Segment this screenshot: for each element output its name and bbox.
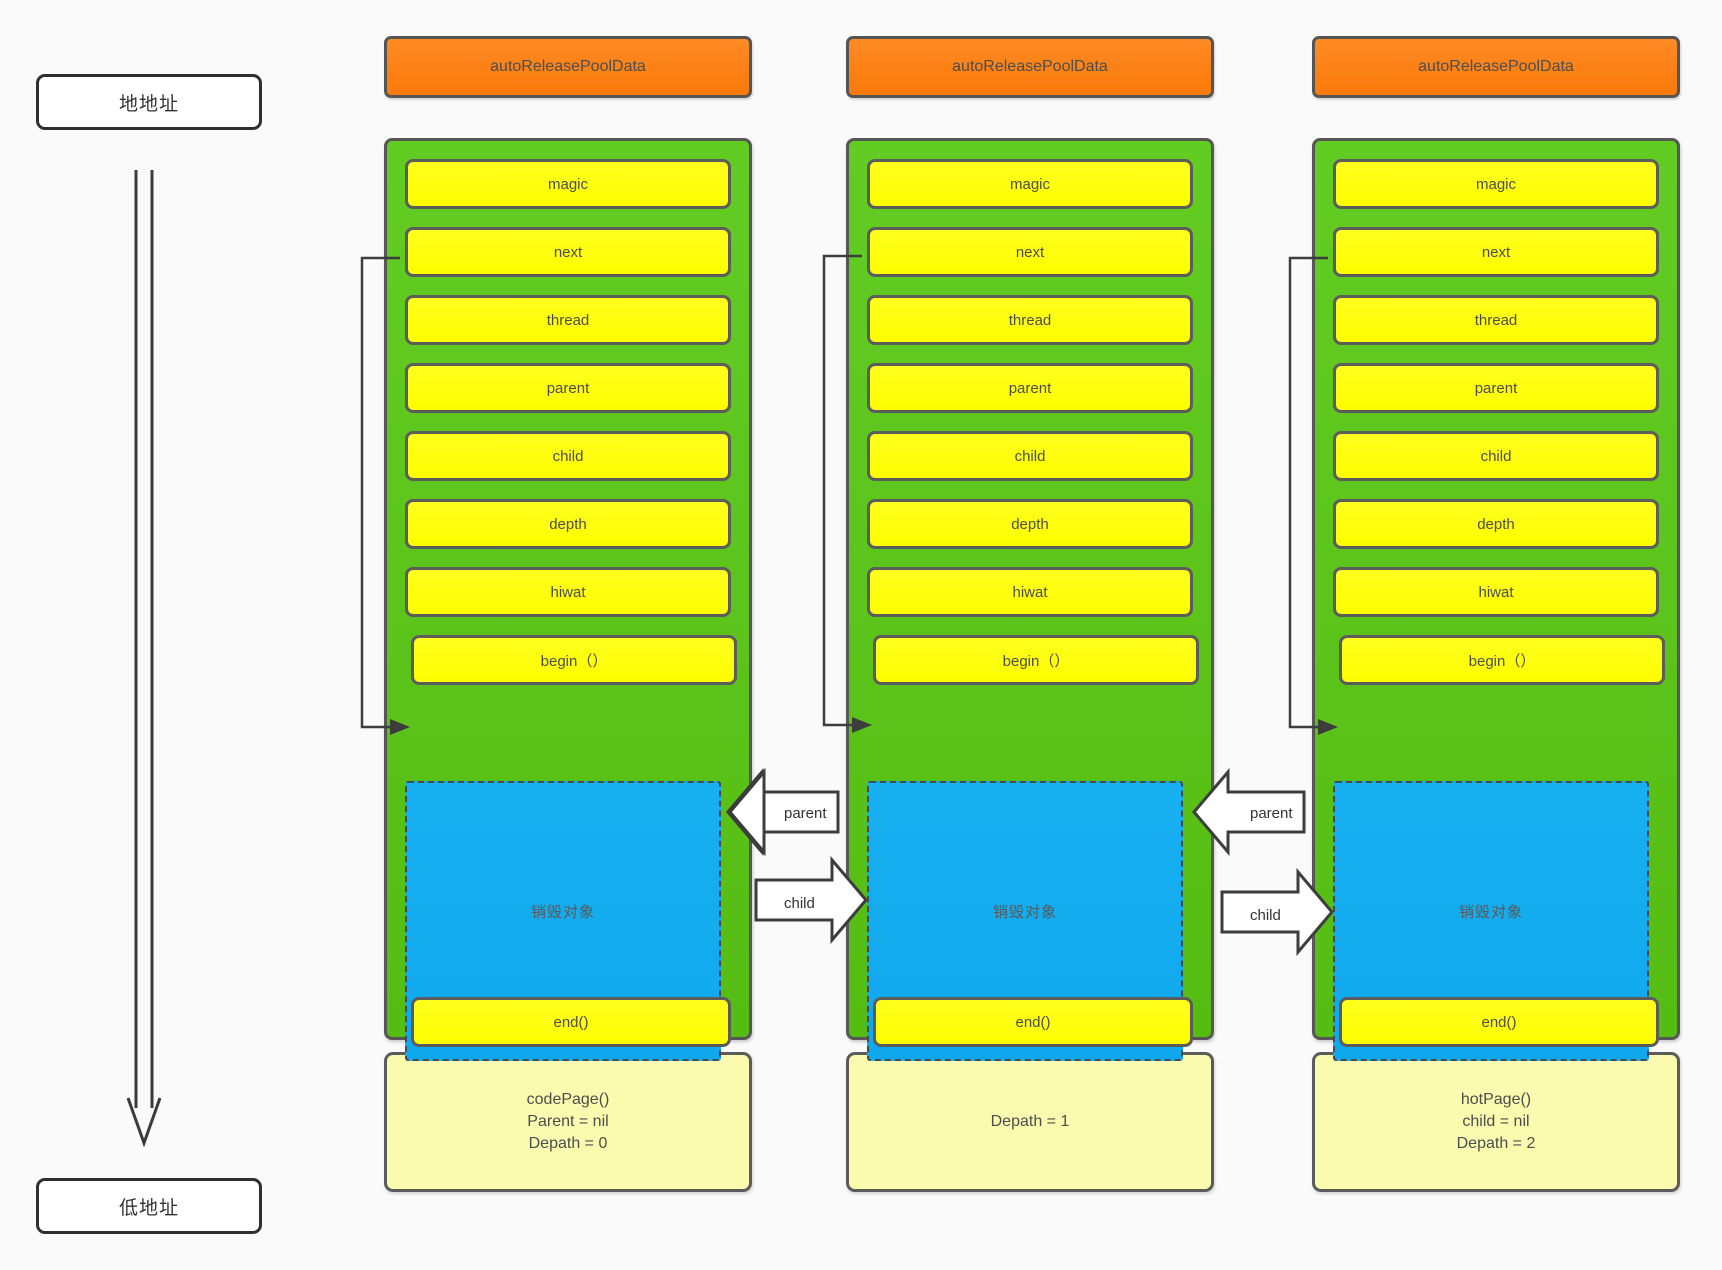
field-parent[interactable]: parent [867,363,1193,413]
field-child[interactable]: child [1333,431,1659,481]
field-depth[interactable]: depth [867,499,1193,549]
high-address-label: 地地址 [118,93,179,115]
pool-struct-0: magic next thread parent child depth hiw… [384,138,752,1061]
field-hiwat[interactable]: hiwat [1333,567,1659,617]
high-address-box: 地地址 [36,74,262,130]
page-header-2: autoReleasePoolData [1312,36,1680,98]
field-hiwat[interactable]: hiwat [405,567,731,617]
page-note-text: Depath = 1 [990,1113,1070,1131]
destroy-region-label: 销毁对象 [1458,904,1523,921]
page-note-2: hotPage() child = nil Depath = 2 [1312,1052,1680,1192]
field-end[interactable]: end() [411,997,731,1047]
low-address-box: 低地址 [36,1178,262,1234]
destroy-region-label: 销毁对象 [530,904,595,921]
page-note-1: Depath = 1 [846,1052,1214,1192]
field-thread[interactable]: thread [405,295,731,345]
address-direction-arrow [126,170,162,1148]
field-thread[interactable]: thread [1333,295,1659,345]
field-next[interactable]: next [405,227,731,277]
edge-label-parent-1: parent [784,805,827,822]
low-address-label: 低地址 [118,1197,179,1219]
page-header-0: autoReleasePoolData [384,36,752,98]
field-depth[interactable]: depth [1333,499,1659,549]
page-header-label: autoReleasePoolData [952,58,1108,75]
page-header-1: autoReleasePoolData [846,36,1214,98]
field-child[interactable]: child [867,431,1193,481]
destroy-region-label: 销毁对象 [992,904,1057,921]
field-hiwat[interactable]: hiwat [867,567,1193,617]
field-begin[interactable]: begin（） [873,635,1199,685]
field-parent[interactable]: parent [405,363,731,413]
page-note-text: codePage() Parent = nil Depath = 0 [526,1091,610,1152]
field-begin[interactable]: begin（） [1339,635,1665,685]
field-end[interactable]: end() [873,997,1193,1047]
edge-label-child-1: child [784,895,815,912]
page-header-label: autoReleasePoolData [490,58,646,75]
pool-struct-1: magic next thread parent child depth hiw… [846,138,1214,1061]
field-child[interactable]: child [405,431,731,481]
field-next[interactable]: next [1333,227,1659,277]
page-note-text: hotPage() child = nil Depath = 2 [1456,1091,1536,1152]
page-note-0: codePage() Parent = nil Depath = 0 [384,1052,752,1192]
field-magic[interactable]: magic [405,159,731,209]
pool-page-column-2: autoReleasePoolData magic next thread pa… [1312,0,1684,1270]
edge-label-child-2: child [1250,907,1281,924]
pool-struct-2: magic next thread parent child depth hiw… [1312,138,1680,1061]
field-next[interactable]: next [867,227,1193,277]
diagram-canvas: 地地址 低地址 autoReleasePoolData magic next t… [0,0,1722,1270]
field-thread[interactable]: thread [867,295,1193,345]
pool-page-column-1: autoReleasePoolData magic next thread pa… [846,0,1218,1270]
field-begin[interactable]: begin（） [411,635,737,685]
field-parent[interactable]: parent [1333,363,1659,413]
edge-label-parent-2: parent [1250,805,1293,822]
field-end[interactable]: end() [1339,997,1659,1047]
field-depth[interactable]: depth [405,499,731,549]
field-magic[interactable]: magic [867,159,1193,209]
pool-page-column-0: autoReleasePoolData magic next thread pa… [384,0,756,1270]
page-header-label: autoReleasePoolData [1418,58,1574,75]
field-magic[interactable]: magic [1333,159,1659,209]
